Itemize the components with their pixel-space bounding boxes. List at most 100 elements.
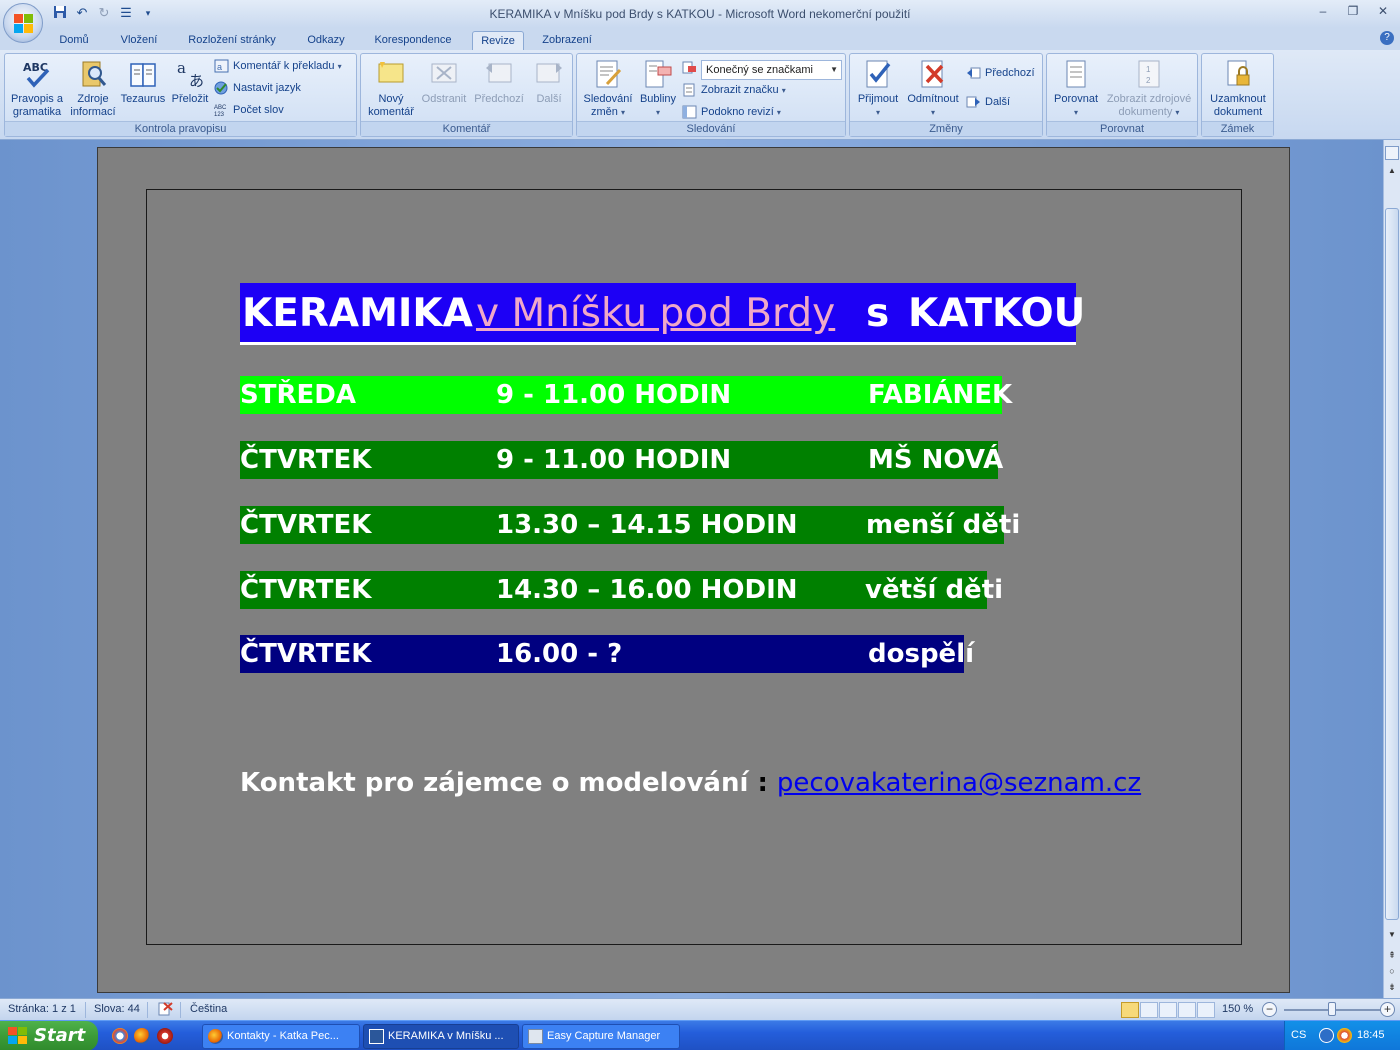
group-comments-label: Komentář <box>361 121 572 136</box>
select-browse-object-icon[interactable]: ○ <box>1385 964 1399 978</box>
previous-page-icon[interactable]: ⇞ <box>1385 948 1399 962</box>
document-area[interactable]: KERAMIKA v Mníšku pod Brdy s KATKOU STŘE… <box>0 140 1383 998</box>
schedule-row: ČTVRTEK 9 - 11.00 HODIN MŠ NOVÁ <box>240 441 1003 479</box>
minimize-button[interactable]: – <box>1316 4 1330 18</box>
vertical-scrollbar[interactable]: ▲ ▼ ⇞ ○ ⇟ <box>1383 140 1400 998</box>
zoom-in-icon[interactable]: + <box>1380 1002 1395 1017</box>
translation-tip-icon: a <box>214 59 229 73</box>
scroll-up-icon[interactable]: ▲ <box>1385 164 1399 178</box>
outline-view-icon[interactable] <box>1178 1002 1196 1018</box>
schedule-place: menší děti <box>866 510 1021 540</box>
research-button[interactable]: Zdroje informací <box>65 58 121 119</box>
previous-change-button[interactable]: Předchozí <box>966 64 1035 82</box>
translation-tip-button[interactable]: a Komentář k překladu ▾ <box>214 57 342 75</box>
document-heading: KERAMIKA v Mníšku pod Brdy s KATKOU <box>240 283 1085 345</box>
draft-view-icon[interactable] <box>1197 1002 1215 1018</box>
reject-button[interactable]: Odmítnout ▾ <box>903 58 963 119</box>
new-comment-button[interactable]: Nový komentář <box>364 58 418 119</box>
heading-s: s <box>866 291 890 336</box>
display-for-review-select[interactable]: Konečný se značkami ▼ <box>701 60 842 80</box>
research-book-icon <box>82 61 107 87</box>
schedule-time: 9 - 11.00 HODIN <box>496 445 732 475</box>
office-button[interactable] <box>3 3 43 43</box>
heading-katkou: KATKOU <box>908 291 1086 336</box>
taskbar-item-word[interactable]: KERAMIKA v Mníšku ... <box>363 1024 519 1049</box>
next-comment-label: Další <box>536 93 562 105</box>
page-indicator[interactable]: Stránka: 1 z 1 <box>8 1003 76 1015</box>
protect-document-button[interactable]: Uzamknout dokument <box>1205 58 1271 119</box>
previous-comment-label: Předchozí <box>474 93 524 105</box>
full-screen-reading-view-icon[interactable] <box>1140 1002 1158 1018</box>
track-changes-button[interactable]: Sledování změn ▾ <box>579 58 637 119</box>
tab-references[interactable]: Odkazy <box>298 31 354 50</box>
show-source-documents-button[interactable]: 12 Zobrazit zdrojové dokumenty ▾ <box>1102 58 1196 119</box>
print-layout-view-icon[interactable] <box>1121 1002 1139 1018</box>
zoom-level[interactable]: 150 % <box>1222 1003 1253 1015</box>
firefox-icon <box>208 1029 223 1044</box>
compare-label: Porovnat <box>1053 93 1099 105</box>
next-comment-button[interactable]: Další <box>529 58 569 106</box>
group-compare-label: Porovnat <box>1047 121 1197 136</box>
view-ruler-button[interactable] <box>1385 146 1399 160</box>
previous-change-label: Předchozí <box>985 67 1035 79</box>
spelling-check-icon: ABC <box>23 61 50 88</box>
balloons-label: Bubliny <box>639 93 677 105</box>
taskbar-item-easy-capture[interactable]: Easy Capture Manager <box>522 1024 680 1049</box>
tab-home[interactable]: Domů <box>50 31 98 50</box>
tab-view[interactable]: Zobrazení <box>534 31 600 50</box>
next-page-icon[interactable]: ⇟ <box>1385 980 1399 994</box>
scroll-thumb[interactable] <box>1385 208 1399 920</box>
contact-email-link[interactable]: pecovakaterina@seznam.cz <box>777 768 1141 798</box>
help-icon[interactable]: ? <box>1380 31 1394 45</box>
accept-button[interactable]: Přijmout ▾ <box>852 58 904 119</box>
tray-back-icon[interactable] <box>1319 1028 1334 1043</box>
set-language-button[interactable]: Nastavit jazyk <box>214 79 301 97</box>
proofing-status-icon[interactable] <box>157 1001 173 1020</box>
tab-review[interactable]: Revize <box>472 31 524 50</box>
word-count-label: Počet slov <box>233 104 284 116</box>
translation-tip-label: Komentář k překladu <box>233 60 335 72</box>
schedule-place: větší děti <box>865 575 1004 605</box>
zoom-out-icon[interactable]: − <box>1262 1002 1277 1017</box>
media-icon[interactable] <box>157 1028 173 1044</box>
thesaurus-button[interactable]: Tezaurus <box>118 58 168 106</box>
restore-button[interactable]: ❐ <box>1346 4 1360 18</box>
tray-chrome-icon[interactable] <box>1337 1028 1352 1043</box>
track-changes-label-2: změn <box>591 106 618 118</box>
spelling-label-1: Pravopis a <box>11 93 63 105</box>
balloons-button[interactable]: Bubliny ▾ <box>635 58 681 119</box>
chrome-icon[interactable] <box>112 1028 128 1044</box>
document-page[interactable]: KERAMIKA v Mníšku pod Brdy s KATKOU STŘE… <box>97 147 1290 993</box>
spelling-button[interactable]: ABC Pravopis a gramatika <box>8 58 66 119</box>
tray-language[interactable]: CS <box>1291 1029 1306 1041</box>
svg-text:a: a <box>217 62 222 72</box>
taskbar-item-firefox[interactable]: Kontakty - Katka Pec... <box>202 1024 360 1049</box>
status-bar: Stránka: 1 z 1 Slova: 44 Čeština 150 % −… <box>0 998 1400 1020</box>
firefox-icon[interactable] <box>134 1028 150 1044</box>
next-change-button[interactable]: Další <box>966 93 1010 111</box>
language-indicator[interactable]: Čeština <box>190 1003 227 1015</box>
reviewing-pane-button[interactable]: Podokno revizí ▾ <box>682 103 781 121</box>
show-markup-button[interactable]: Zobrazit značku ▾ <box>682 81 786 99</box>
schedule-day: ČTVRTEK <box>240 639 372 669</box>
close-button[interactable]: ✕ <box>1376 4 1390 18</box>
taskbar-item-label: Kontakty - Katka Pec... <box>227 1030 339 1042</box>
group-comments: Nový komentář Odstranit Předchozí Další … <box>360 53 573 137</box>
web-layout-view-icon[interactable] <box>1159 1002 1177 1018</box>
word-count-button[interactable]: ABC 123 Počet slov <box>214 101 284 119</box>
tab-mailings[interactable]: Korespondence <box>366 31 460 50</box>
delete-comment-button[interactable]: Odstranit <box>419 58 469 106</box>
delete-comment-icon <box>431 63 457 83</box>
tab-insert[interactable]: Vložení <box>112 31 166 50</box>
tab-page-layout[interactable]: Rozložení stránky <box>180 31 284 50</box>
compare-button[interactable]: Porovnat ▾ <box>1050 58 1102 119</box>
start-button[interactable]: Start <box>0 1021 98 1050</box>
delete-comment-label: Odstranit <box>421 93 467 105</box>
contact-label: Kontakt pro zájemce o modelování <box>240 768 749 798</box>
zoom-slider-thumb[interactable] <box>1328 1002 1336 1016</box>
previous-comment-button[interactable]: Předchozí <box>471 58 527 106</box>
word-count-indicator[interactable]: Slova: 44 <box>94 1003 140 1015</box>
translate-button[interactable]: a あ Přeložit <box>168 58 212 106</box>
scroll-down-icon[interactable]: ▼ <box>1385 928 1399 942</box>
show-source-label-2: dokumenty <box>1118 106 1173 118</box>
